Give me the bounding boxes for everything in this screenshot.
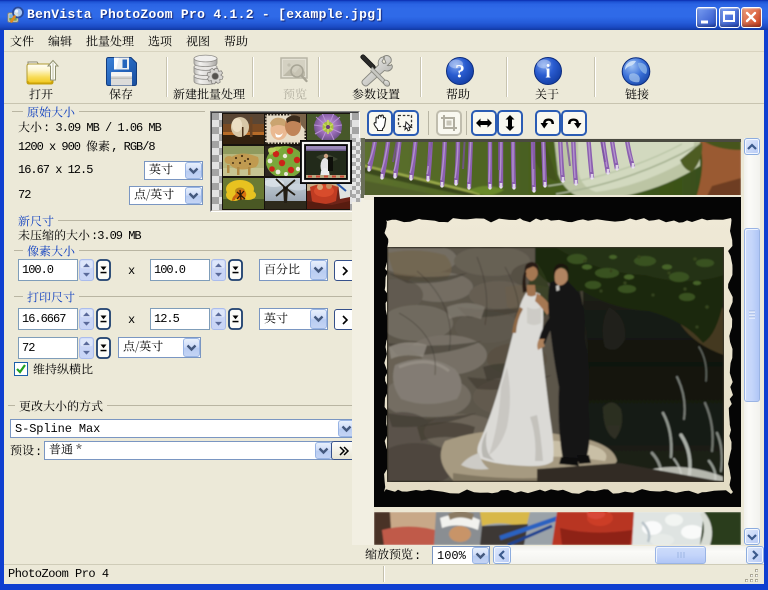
svg-text:i: i bbox=[545, 62, 550, 83]
svg-text:?: ? bbox=[455, 62, 465, 83]
